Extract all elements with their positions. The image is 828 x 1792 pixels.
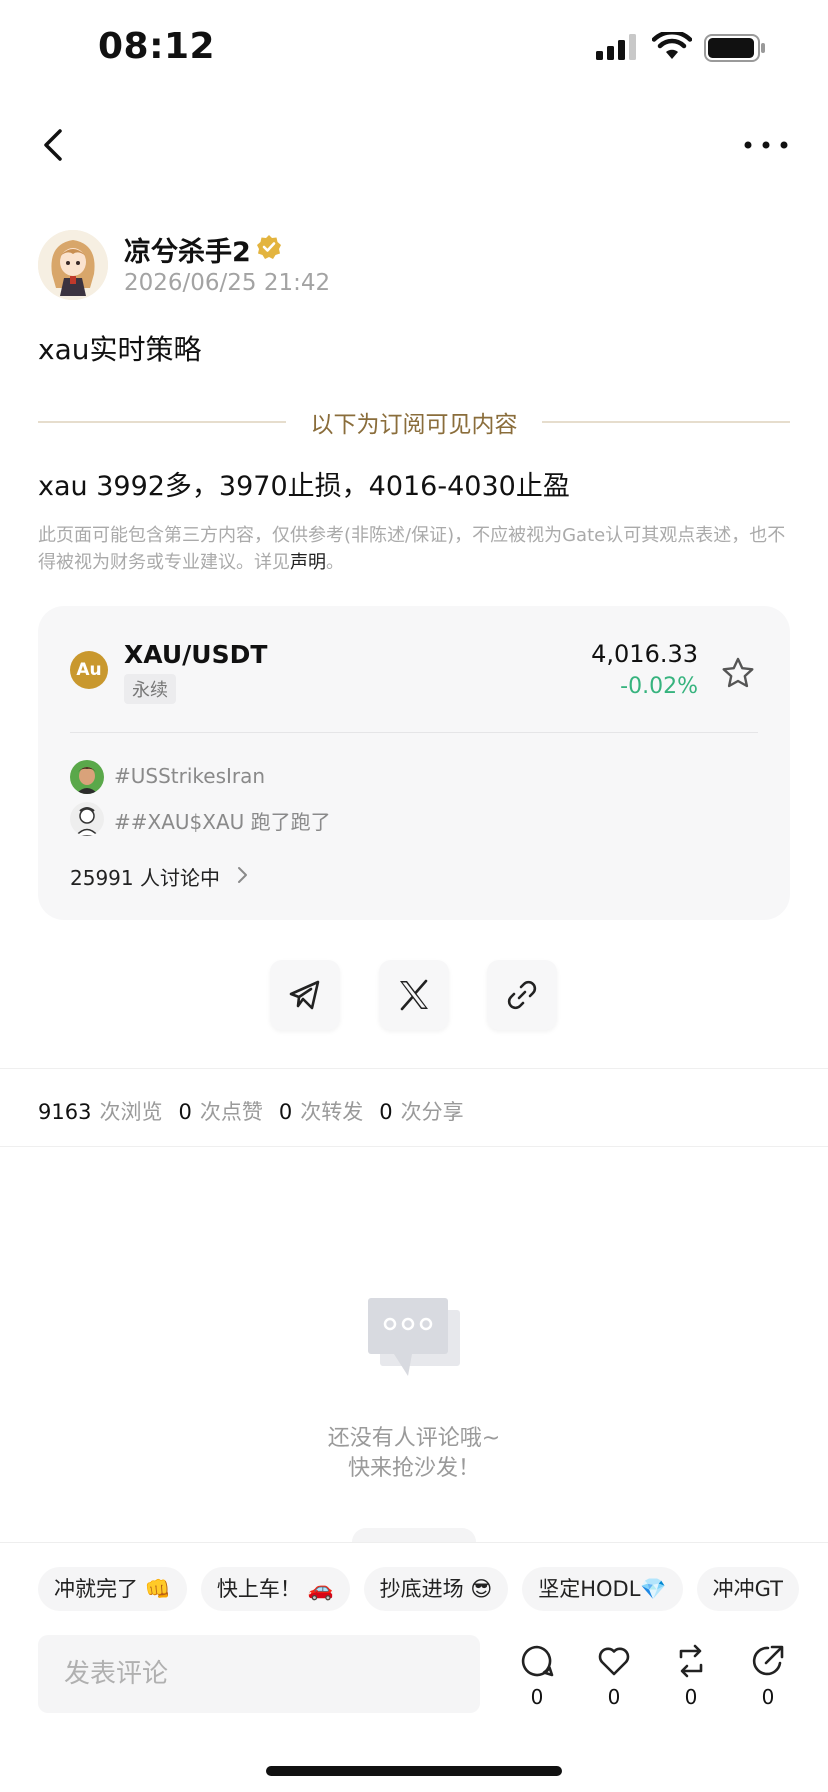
repost-action[interactable]: 0 [666,1643,716,1713]
author-name[interactable]: 凉兮杀手2 [124,230,251,269]
post-body: xau 3992多，3970止损，4016-4030止盈 [38,471,570,502]
topic-text: #USStrikesIran [114,764,266,788]
comment-count: 0 [530,1685,544,1709]
top-nav [0,115,828,175]
quick-reply-chips: 冲就完了 👊 快上车！ 🚗 抄底进场 😎 坚定HODL💎 冲冲GT [38,1567,828,1613]
reposts-label: 次转发 [300,1100,364,1124]
trading-pair[interactable]: XAU/USDT [124,640,267,669]
market-card[interactable]: Au XAU/USDT 永续 4,016.33 -0.02% #USStrike… [38,606,790,920]
status-time: 08:12 [98,26,216,67]
topic-text: ##XAU$XAU 跑了跑了 [114,810,331,834]
card-divider [70,732,758,733]
author-avatar[interactable] [38,230,108,300]
repost-count: 0 [684,1685,698,1709]
separator-bottom [0,1146,828,1147]
more-options-icon[interactable] [742,133,790,157]
empty-comments-icon [368,1298,460,1376]
comment-icon [521,1645,554,1677]
quick-reply-chip[interactable]: 抄底进场 😎 [363,1567,509,1611]
chevron-right-icon [238,867,247,883]
separator-top [0,1068,828,1069]
shares-count: 0 [379,1100,393,1124]
like-count: 0 [607,1685,621,1709]
empty-state-line1: 还没有人评论哦~ [327,1426,501,1451]
share-icon [752,1645,784,1676]
copy-link-button[interactable] [487,960,557,1030]
battery-icon [704,34,765,62]
empty-state-text: 还没有人评论哦~ 快来抢沙发！ [0,1424,828,1484]
repost-icon [679,1644,703,1678]
views-label: 次浏览 [99,1100,163,1124]
wifi-icon [652,32,692,59]
disclaimer-end: 。 [326,552,344,573]
share-telegram-button[interactable] [270,960,340,1030]
reposts-count: 0 [278,1100,293,1124]
favorite-star-icon[interactable] [720,656,756,692]
discussion-count[interactable]: 25991 人讨论中 [70,862,220,891]
quick-reply-chip[interactable]: 坚定HODL💎 [522,1567,683,1611]
link-icon [507,980,537,1010]
telegram-icon [289,980,320,1010]
quick-reply-chip[interactable]: 冲就完了 👊 [38,1567,187,1611]
share-x-button[interactable] [379,960,449,1030]
comment-panel: 冲就完了 👊 快上车！ 🚗 抄底进场 😎 坚定HODL💎 冲冲GT 0 0 0 0 [0,1542,828,1792]
shares-label: 次分享 [400,1100,464,1124]
post-stats: 9163 次浏览 0 次点赞 0 次转发 0 次分享 [38,1096,480,1126]
likes-count: 0 [178,1100,192,1124]
author-header: 凉兮杀手2 2026/06/25 21:42 [38,230,790,302]
contract-type-badge: 永续 [124,674,176,704]
disclaimer-link[interactable]: 声明 [290,552,326,573]
price-change: -0.02% [620,674,698,699]
share-action[interactable]: 0 [743,1643,793,1713]
cellular-signal-icon [596,34,636,60]
post-title: xau实时策略 [38,333,202,366]
like-action[interactable]: 0 [589,1643,639,1713]
comment-input[interactable] [38,1635,480,1713]
home-indicator[interactable] [266,1766,562,1776]
empty-state-line2: 快来抢沙发！ [347,1456,480,1481]
last-price: 4,016.33 [591,640,698,668]
divider-line-right [542,421,790,423]
comment-action[interactable]: 0 [512,1643,562,1713]
x-icon [400,979,428,1011]
views-count: 9163 [38,1100,92,1124]
status-bar: 08:12 [0,0,828,100]
disclaimer-text: 此页面可能包含第三方内容，仅供参考(非陈述/保证)，不应被视为Gate认可其观点… [38,525,786,573]
topic-avatar [70,760,104,794]
heart-icon [598,1647,630,1676]
topic-avatar [70,802,104,836]
xau-coin-icon: Au [70,651,108,689]
back-icon[interactable] [36,125,76,165]
disclaimer: 此页面可能包含第三方内容，仅供参考(非陈述/保证)，不应被视为Gate认可其观点… [38,522,790,576]
verified-badge-icon [257,235,281,259]
quick-reply-chip[interactable]: 快上车！ 🚗 [200,1567,350,1611]
likes-label: 次点赞 [199,1100,263,1124]
share-count: 0 [761,1685,775,1709]
quick-reply-chip[interactable]: 冲冲GT [696,1567,799,1611]
post-timestamp: 2026/06/25 21:42 [124,270,331,296]
